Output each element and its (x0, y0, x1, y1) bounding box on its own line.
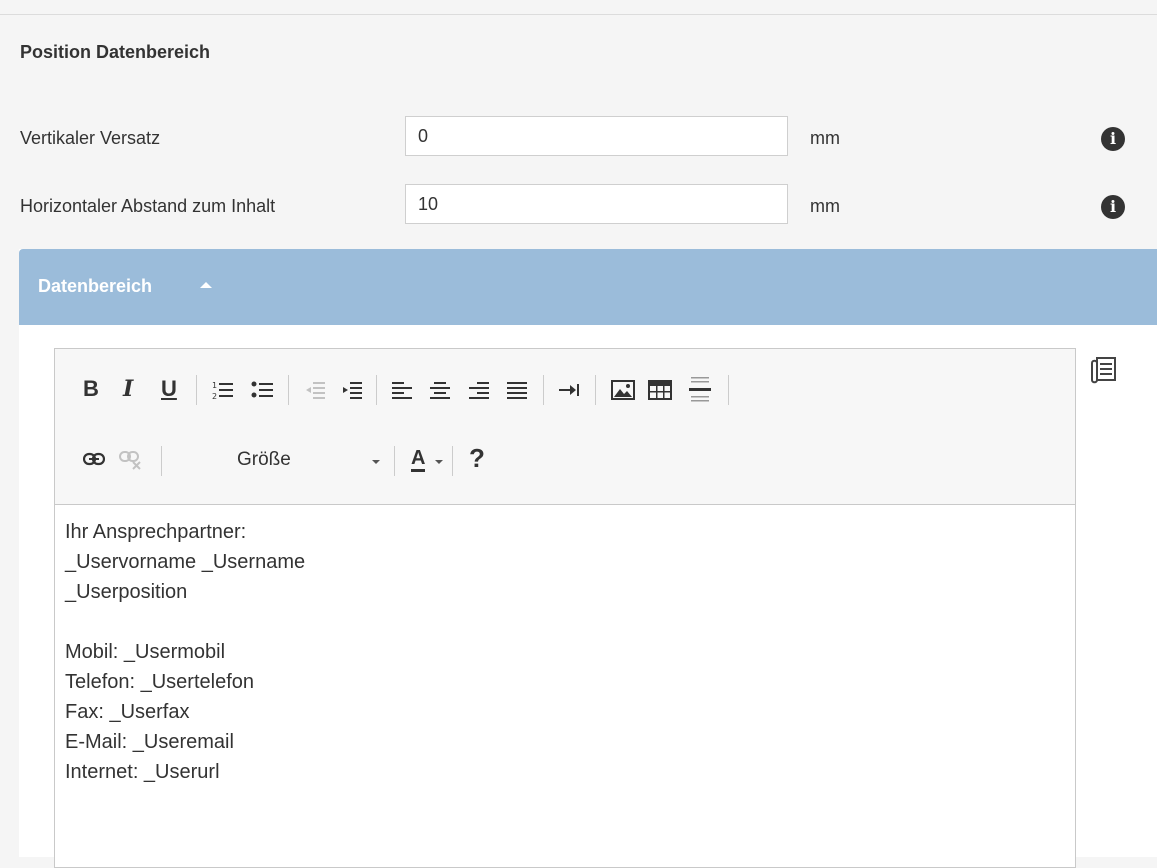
content-line (65, 607, 305, 637)
data-area-panel: Datenbereich B I U 1 2 Größe A ? Ihr Ans… (19, 249, 1157, 868)
horizontal-rule-icon[interactable] (689, 376, 711, 404)
align-right-icon[interactable] (469, 381, 489, 399)
table-icon[interactable] (648, 380, 672, 400)
content-line: Telefon: _Usertelefon (65, 671, 255, 693)
toolbar-separator (196, 375, 197, 405)
link-icon[interactable] (83, 452, 105, 466)
toolbar-separator (452, 446, 453, 476)
content-line: Mobil: _Usermobil (65, 641, 226, 663)
content-line: Internet: _Userurl (65, 761, 220, 783)
info-icon[interactable]: i (1101, 195, 1125, 219)
content-line: E-Mail: _Useremail (65, 731, 234, 753)
underline-button[interactable]: U (161, 376, 177, 402)
toolbar-separator (376, 375, 377, 405)
toolbar-separator (595, 375, 596, 405)
toolbar-separator (394, 446, 395, 476)
content-line: Fax: _Userfax (65, 701, 190, 723)
indent-icon[interactable] (342, 380, 362, 400)
justify-icon[interactable] (507, 381, 527, 399)
align-left-icon[interactable] (392, 381, 412, 399)
horizontal-distance-input[interactable] (405, 184, 788, 224)
outdent-icon[interactable] (305, 380, 325, 400)
editor-content[interactable]: Ihr Ansprechpartner: _Uservorname _Usern… (65, 517, 305, 787)
section-title: Position Datenbereich (20, 42, 211, 62)
svg-text:2: 2 (212, 392, 217, 400)
help-button[interactable]: ? (469, 443, 485, 474)
content-line: _Userposition (65, 581, 188, 603)
toolbar-separator (288, 375, 289, 405)
image-icon[interactable] (611, 380, 635, 400)
top-divider (0, 14, 1157, 15)
content-line: Ihr Ansprechpartner: (65, 521, 247, 543)
info-icon[interactable]: i (1101, 127, 1125, 151)
toolbar-separator (728, 375, 729, 405)
svg-text:1: 1 (212, 381, 217, 390)
font-size-select[interactable]: Größe (227, 444, 387, 478)
editor-toolbar: B I U 1 2 Größe A ? (55, 349, 1075, 505)
align-center-icon[interactable] (430, 381, 450, 399)
caret-up-icon (200, 282, 212, 288)
italic-button[interactable]: I (123, 376, 133, 402)
rich-text-editor: B I U 1 2 Größe A ? Ihr Ansprechpartner:… (54, 348, 1076, 868)
toolbar-separator (543, 375, 544, 405)
ordered-list-icon[interactable]: 1 2 (212, 380, 234, 400)
font-color-button[interactable]: A (411, 447, 426, 472)
template-list-icon[interactable] (1089, 355, 1119, 385)
vertical-offset-unit: mm (810, 128, 840, 148)
panel-header[interactable]: Datenbereich (19, 249, 1157, 325)
unlink-icon[interactable] (119, 450, 143, 470)
horizontal-distance-label: Horizontaler Abstand zum Inhalt (20, 196, 276, 216)
chevron-down-icon (372, 460, 380, 464)
toolbar-separator (161, 446, 162, 476)
tab-arrow-icon[interactable] (559, 382, 581, 398)
bold-button[interactable]: B (83, 376, 99, 402)
horizontal-distance-unit: mm (810, 196, 840, 216)
unordered-list-icon[interactable] (251, 380, 273, 400)
chevron-down-icon (435, 460, 443, 464)
font-size-label: Größe (237, 449, 291, 470)
content-line: _Uservorname _Username (65, 551, 306, 573)
panel-title: Datenbereich (38, 276, 153, 296)
vertical-offset-label: Vertikaler Versatz (20, 128, 161, 148)
vertical-offset-input[interactable] (405, 116, 788, 156)
